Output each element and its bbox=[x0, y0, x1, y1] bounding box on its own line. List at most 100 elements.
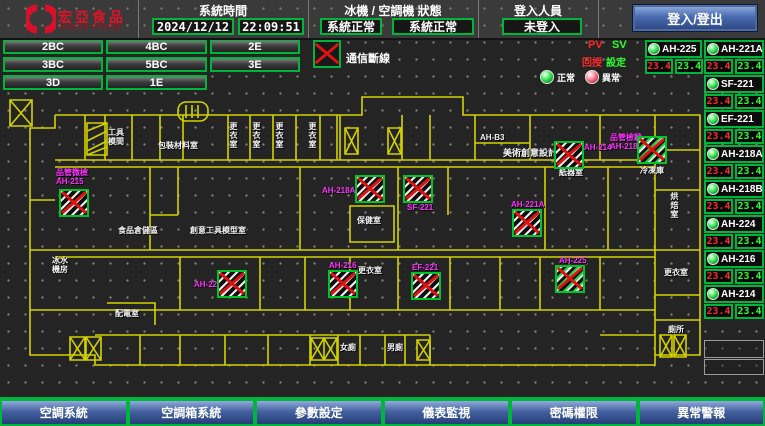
comm-loss-label: 通信斷線 bbox=[346, 50, 390, 66]
ahu-device-icon[interactable] bbox=[555, 265, 585, 293]
room-label: AH-B3 bbox=[480, 133, 504, 142]
nav-hvac-system[interactable]: 空調系統 bbox=[0, 399, 128, 426]
pv-value: 23.4 bbox=[704, 164, 733, 179]
sv-value: 23.4 bbox=[675, 59, 703, 74]
status-led-icon bbox=[707, 148, 719, 160]
unit-block-ah-218b[interactable]: AH-218B 23.423.4 bbox=[704, 180, 764, 214]
room-label: 更衣室 bbox=[664, 268, 688, 277]
device-label: EF-221 bbox=[412, 263, 438, 272]
unit-name: EF-221 bbox=[721, 114, 754, 125]
login-status-value: 未登入 bbox=[502, 18, 582, 35]
room-label: 創意工具模型室 bbox=[190, 226, 246, 235]
pv-value: 23.4 bbox=[704, 94, 733, 109]
legend-abnormal: 異常 bbox=[585, 70, 620, 84]
abnormal-label: 異常 bbox=[602, 71, 620, 84]
pv-value: 23.4 bbox=[704, 59, 733, 74]
room-label: 工具 模間 bbox=[108, 128, 124, 146]
ahu-device-icon[interactable] bbox=[403, 175, 433, 203]
zone-button-3e[interactable]: 3E bbox=[210, 57, 300, 72]
status-led-icon bbox=[707, 78, 719, 90]
brand-logo-icon bbox=[26, 4, 56, 34]
zone-button-4bc[interactable]: 4BC bbox=[106, 39, 207, 54]
system-date-value: 2024/12/12 bbox=[152, 18, 234, 35]
room-label: 更衣室 bbox=[308, 122, 317, 149]
system-time-value: 22:09:51 bbox=[238, 18, 304, 35]
comm-loss-icon bbox=[313, 40, 341, 68]
pv-cn-label: 回授 bbox=[582, 54, 602, 69]
unit-block-sf-221[interactable]: SF-221 23.423.4 bbox=[704, 75, 764, 109]
hmi-screen: 宏亞食品 HUNYA FOODS 系統時間 2024/12/12 22:09:5… bbox=[0, 0, 765, 426]
unit-block-ah-225[interactable]: AH-225 23.423.4 bbox=[645, 40, 702, 74]
ahu-device-icon[interactable] bbox=[512, 209, 542, 237]
sv-header: SV bbox=[612, 39, 627, 51]
room-label: 配電室 bbox=[115, 309, 139, 318]
pv-value: 23.4 bbox=[704, 199, 733, 214]
nav-alarm[interactable]: 異常警報 bbox=[638, 399, 765, 426]
room-label: 女廁 bbox=[340, 343, 356, 352]
device-label: AH-221A bbox=[511, 200, 544, 209]
sv-value: 23.4 bbox=[735, 129, 764, 144]
room-label: 食品倉儲區 bbox=[118, 226, 158, 235]
zone-button-5bc[interactable]: 5BC bbox=[106, 57, 207, 72]
unit-block-ah-214[interactable]: AH-214 23.423.4 bbox=[704, 285, 764, 319]
zone-button-2e[interactable]: 2E bbox=[210, 39, 300, 54]
status-led-icon bbox=[707, 288, 719, 300]
nav-parameter-set[interactable]: 參數設定 bbox=[255, 399, 383, 426]
empty-slot bbox=[704, 340, 764, 358]
unit-block-ah-216[interactable]: AH-216 23.423.4 bbox=[704, 250, 764, 284]
pv-value: 23.4 bbox=[704, 129, 733, 144]
ahu-device-icon[interactable] bbox=[59, 189, 89, 217]
status-led-icon bbox=[707, 253, 719, 265]
sv-value: 23.4 bbox=[735, 59, 764, 74]
unit-name: AH-221A bbox=[721, 44, 763, 55]
unit-name: AH-224 bbox=[721, 219, 755, 230]
unit-block-ah-218a[interactable]: AH-218A 23.423.4 bbox=[704, 145, 764, 179]
zone-button-3d[interactable]: 3D bbox=[3, 75, 103, 90]
device-label: 品管微檢 AH-215 bbox=[56, 168, 88, 186]
machine-status-label: 冰機 / 空調機 狀態 bbox=[308, 2, 478, 19]
login-label: 登入人員 bbox=[478, 2, 598, 19]
sv-value: 23.4 bbox=[735, 94, 764, 109]
room-label: 包裝材料室 bbox=[158, 141, 198, 150]
device-label: AH-225 bbox=[559, 256, 587, 265]
normal-label: 正常 bbox=[557, 71, 575, 84]
nav-ahu-system[interactable]: 空調箱系統 bbox=[128, 399, 256, 426]
login-logout-button[interactable]: 登入/登出 bbox=[632, 4, 758, 32]
status-led-icon bbox=[707, 43, 719, 55]
normal-led-icon bbox=[540, 70, 554, 84]
sv-value: 23.4 bbox=[735, 269, 764, 284]
ahu-device-icon[interactable] bbox=[355, 175, 385, 203]
unit-name: AH-218A bbox=[721, 149, 763, 160]
sv-value: 23.4 bbox=[735, 199, 764, 214]
ahu-device-icon[interactable] bbox=[217, 270, 247, 298]
unit-block-ef-221[interactable]: EF-221 23.423.4 bbox=[704, 110, 764, 144]
zone-button-1e[interactable]: 1E bbox=[106, 75, 207, 90]
unit-block-ah-221a[interactable]: AH-221A 23.423.4 bbox=[704, 40, 764, 74]
brand-name-en: HUNYA FOODS bbox=[60, 24, 122, 31]
ahu-device-icon[interactable] bbox=[328, 270, 358, 298]
ahu-status-value: 系統正常 bbox=[392, 18, 474, 35]
ahu-device-icon[interactable] bbox=[554, 141, 584, 169]
unit-name: AH-214 bbox=[721, 289, 755, 300]
ahu-device-icon[interactable] bbox=[411, 272, 441, 300]
room-label: 保健室 bbox=[357, 216, 381, 225]
nav-meter-monitor[interactable]: 儀表監視 bbox=[383, 399, 511, 426]
pv-value: 23.4 bbox=[704, 269, 733, 284]
empty-slot bbox=[704, 359, 764, 375]
status-led-icon bbox=[707, 113, 719, 125]
sv-value: 23.4 bbox=[735, 304, 764, 319]
unit-block-ah-224[interactable]: AH-224 23.423.4 bbox=[704, 215, 764, 249]
room-label: 廁所 bbox=[668, 325, 684, 334]
sv-cn-label: 設定 bbox=[606, 54, 626, 69]
header-bar: 宏亞食品 HUNYA FOODS 系統時間 2024/12/12 22:09:5… bbox=[0, 0, 765, 40]
ahu-device-icon[interactable] bbox=[637, 136, 667, 164]
unit-name: AH-218B bbox=[721, 184, 763, 195]
room-label: 更衣室 bbox=[229, 122, 238, 149]
status-led-icon bbox=[707, 183, 719, 195]
device-label: SF-221 bbox=[407, 203, 433, 212]
zone-button-3bc[interactable]: 3BC bbox=[3, 57, 103, 72]
pv-header: PV bbox=[588, 39, 603, 51]
sv-value: 23.4 bbox=[735, 234, 764, 249]
nav-password-rights[interactable]: 密碼權限 bbox=[510, 399, 638, 426]
zone-button-2bc[interactable]: 2BC bbox=[3, 39, 103, 54]
